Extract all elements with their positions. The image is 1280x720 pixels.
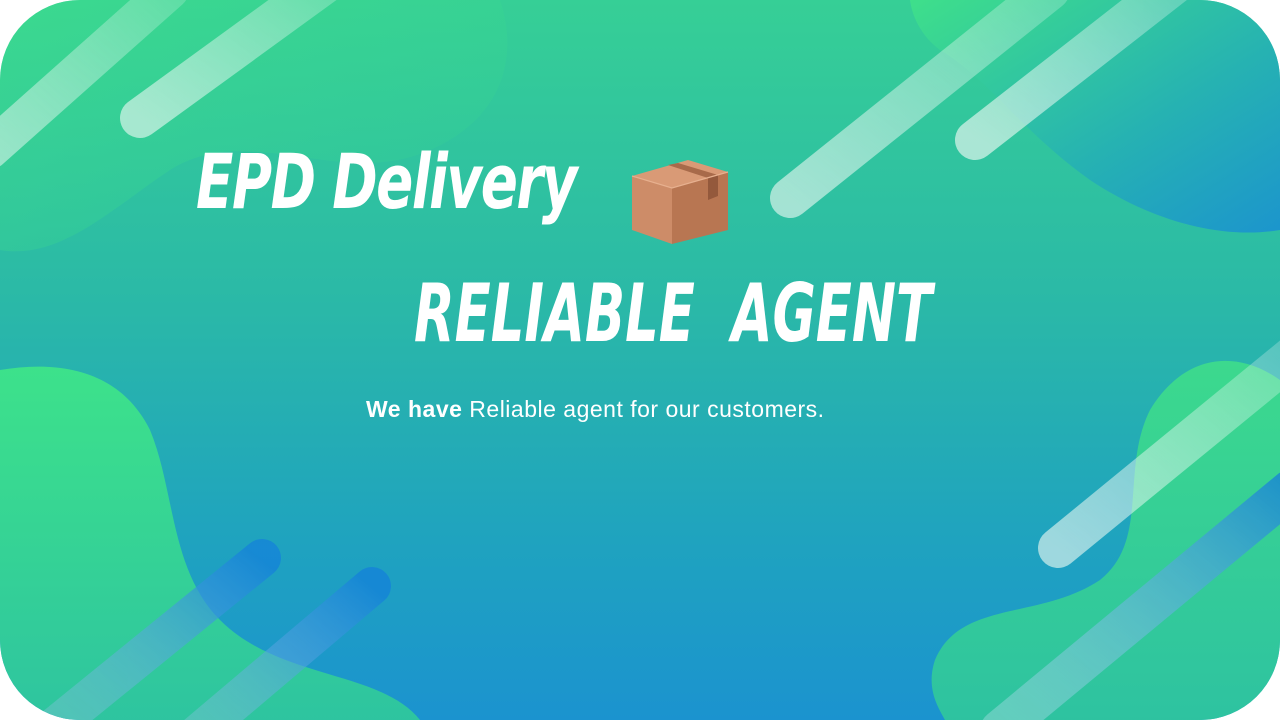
- banner-subtitle: RELIABLE AGENT: [414, 267, 933, 360]
- promo-banner: EPD Delivery RELIABLE AGENT We have Reli…: [0, 0, 1280, 720]
- tagline-text: Reliable agent for our customers.: [462, 396, 825, 422]
- blob-bottom-left: [0, 366, 420, 720]
- banner-title: EPD Delivery: [196, 137, 578, 226]
- background-decoration: [0, 0, 1280, 720]
- banner-tagline: We have Reliable agent for our customers…: [366, 396, 825, 423]
- tagline-emphasis: We have: [366, 396, 463, 422]
- package-box-icon: [631, 160, 729, 244]
